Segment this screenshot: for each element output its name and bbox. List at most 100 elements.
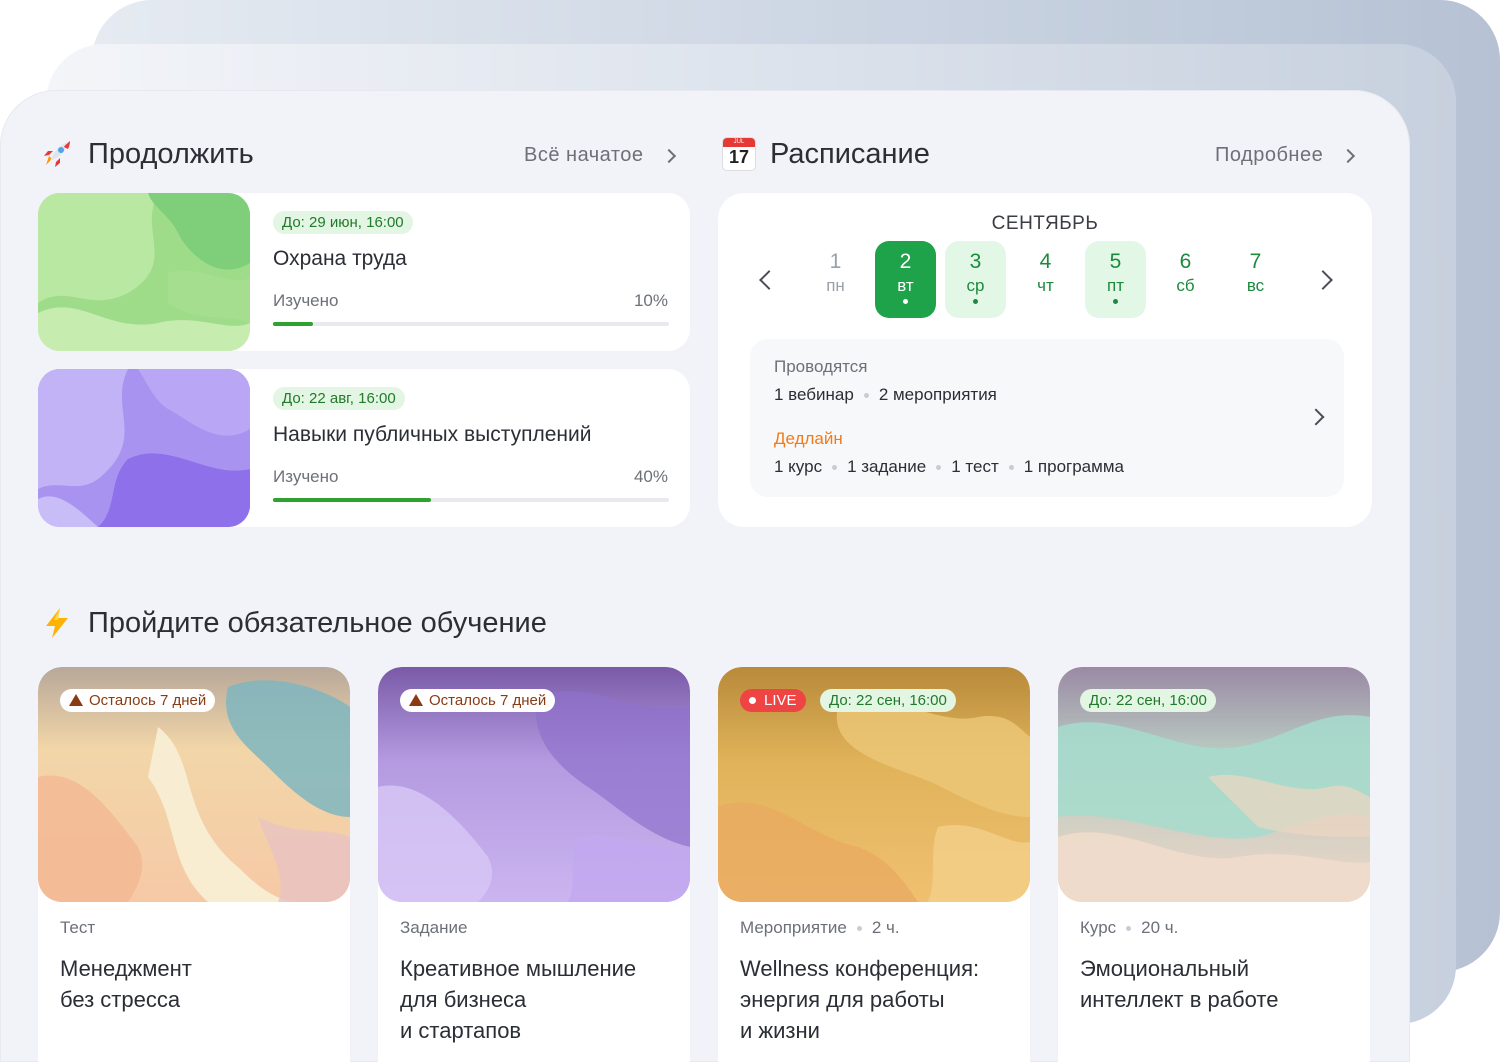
- card-title: Креативное мышление для бизнеса и старта…: [400, 956, 637, 1043]
- card-type: Курс: [1080, 918, 1117, 937]
- day-number: 6: [1179, 250, 1192, 273]
- card-meta: Курс 20 ч.: [1080, 918, 1178, 938]
- dashboard-panel: Продолжить Всё начатое До: 29 июн, 16:00…: [0, 90, 1410, 1062]
- lightning-icon: [46, 608, 68, 638]
- warning-icon: [409, 694, 423, 706]
- more-link[interactable]: Подробнее: [1215, 144, 1356, 167]
- ongoing-label: Проводятся: [774, 357, 868, 376]
- event-dot: [973, 299, 978, 304]
- weekday-label: сб: [1176, 276, 1195, 295]
- chevron-right-icon: [1307, 408, 1325, 426]
- deadline-item: 1 программа: [1023, 457, 1124, 476]
- days-left-badge: Осталось 7 дней: [400, 689, 556, 712]
- day-number: 4: [1039, 250, 1052, 273]
- studied-label: Изучено: [273, 291, 339, 310]
- weekday-label: ср: [966, 276, 985, 295]
- event-dot: [903, 299, 908, 304]
- day-events[interactable]: Проводятся 1 вебинар 2 мероприятия Дедла…: [750, 339, 1344, 497]
- deadline-item: 1 тест: [951, 457, 999, 476]
- deadline-item: 1 задание: [847, 457, 927, 476]
- card-type: Задание: [400, 918, 468, 937]
- course-thumbnail: [38, 193, 250, 351]
- course-thumbnail: [38, 369, 250, 527]
- weekday-label: пн: [826, 276, 845, 295]
- deadline-badge: До: 22 авг, 16:00: [273, 387, 405, 410]
- progress-fill: [273, 322, 313, 326]
- day-1[interactable]: 1 пн: [805, 241, 866, 318]
- course-card[interactable]: До: 29 июн, 16:00 Охрана труда Изучено 1…: [38, 193, 690, 351]
- calendar-icon-day: 17: [728, 147, 750, 167]
- progress-fill: [273, 498, 432, 502]
- days-left-text: Осталось 7 дней: [429, 692, 547, 709]
- card-meta: Задание: [400, 918, 467, 938]
- warning-icon: [69, 694, 83, 706]
- deadline-badge: До: 22 сен, 16:00: [1080, 689, 1216, 712]
- separator-dot: [856, 925, 862, 931]
- weekday-label: вс: [1246, 276, 1265, 295]
- training-card[interactable]: Осталось 7 дней Задание Креативное мышле…: [378, 667, 690, 1062]
- card-duration: 20 ч.: [1141, 918, 1179, 937]
- all-started-link[interactable]: Всё начатое: [524, 144, 676, 167]
- day-number: 7: [1249, 250, 1262, 273]
- studied-label: Изучено: [273, 467, 339, 486]
- rocket-icon: [40, 137, 74, 171]
- deadline-label: Дедлайн: [774, 429, 843, 448]
- weekday-label: чт: [1037, 276, 1054, 295]
- calendar-icon-month: JUL: [733, 139, 745, 145]
- weekday-label: вт: [897, 276, 914, 295]
- day-number: 2: [899, 250, 912, 273]
- card-meta: Тест: [60, 918, 95, 938]
- weekday-label: пт: [1107, 276, 1124, 295]
- separator-dot: [936, 464, 942, 470]
- ongoing-item: 2 мероприятия: [878, 385, 997, 404]
- deadline-item: 1 курс: [774, 457, 823, 476]
- all-started-label: Всё начатое: [524, 144, 644, 166]
- training-card[interactable]: До: 22 сен, 16:00 Курс 20 ч. Эмоциональн…: [1058, 667, 1370, 1062]
- more-label: Подробнее: [1215, 144, 1324, 166]
- ongoing-item: 1 вебинар: [774, 385, 854, 404]
- live-badge: LIVE: [740, 689, 806, 712]
- deadline-list: 1 курс 1 задание 1 тест 1 программа: [774, 457, 1124, 477]
- card-duration: 2 ч.: [871, 918, 900, 937]
- progress-bar: [273, 322, 669, 326]
- training-card[interactable]: LIVE До: 22 сен, 16:00 Мероприятие 2 ч. …: [718, 667, 1030, 1062]
- day-3[interactable]: 3 ср: [945, 241, 1006, 318]
- next-week-icon[interactable]: [1313, 270, 1333, 290]
- mandatory-title: Пройдите обязательное обучение: [88, 606, 547, 639]
- card-title: Wellness конференция: энергия для работы…: [740, 956, 980, 1043]
- day-6[interactable]: 6 сб: [1155, 241, 1216, 318]
- separator-dot: [832, 464, 838, 470]
- progress-bar: [273, 498, 669, 502]
- separator-dot: [863, 392, 869, 398]
- days-left-badge: Осталось 7 дней: [60, 689, 216, 712]
- schedule-title: Расписание: [770, 137, 930, 170]
- card-title: Менеджмент без стресса: [60, 956, 192, 1012]
- training-card[interactable]: Осталось 7 дней Тест Менеджмент без стре…: [38, 667, 350, 1062]
- ongoing-list: 1 вебинар 2 мероприятия: [774, 385, 997, 405]
- day-number: 1: [829, 250, 842, 273]
- live-text: LIVE: [764, 692, 797, 709]
- calendar-icon: JUL 17: [722, 137, 756, 171]
- card-title: Эмоциональный интеллект в работе: [1080, 956, 1279, 1012]
- day-4[interactable]: 4 чт: [1015, 241, 1076, 318]
- separator-dot: [1126, 925, 1132, 931]
- days-left-text: Осталось 7 дней: [89, 692, 207, 709]
- course-title: Охрана труда: [273, 247, 407, 270]
- continue-header: Продолжить: [40, 134, 254, 174]
- progress-percent: 40%: [633, 467, 668, 486]
- chevron-right-icon: [661, 148, 676, 163]
- deadline-badge: До: 29 июн, 16:00: [273, 211, 413, 234]
- day-7[interactable]: 7 вс: [1225, 241, 1286, 318]
- schedule-card: СЕНТЯБРЬ 1 пн 2 вт 3 ср 4 чт 5 пт 6 сб 7 вс Проводятс…: [718, 193, 1372, 527]
- course-card[interactable]: До: 22 авг, 16:00 Навыки публичных высту…: [38, 369, 690, 527]
- mandatory-header: Пройдите обязательное обучение: [40, 603, 547, 643]
- day-number: 5: [1109, 250, 1122, 273]
- day-2[interactable]: 2 вт: [875, 241, 936, 318]
- schedule-header: JUL 17 Расписание: [722, 134, 930, 174]
- card-type: Тест: [60, 918, 96, 937]
- day-5[interactable]: 5 пт: [1085, 241, 1146, 318]
- prev-week-icon[interactable]: [759, 270, 779, 290]
- progress-percent: 10%: [633, 291, 668, 310]
- deadline-badge: До: 22 сен, 16:00: [820, 689, 956, 712]
- chevron-right-icon: [1341, 148, 1356, 163]
